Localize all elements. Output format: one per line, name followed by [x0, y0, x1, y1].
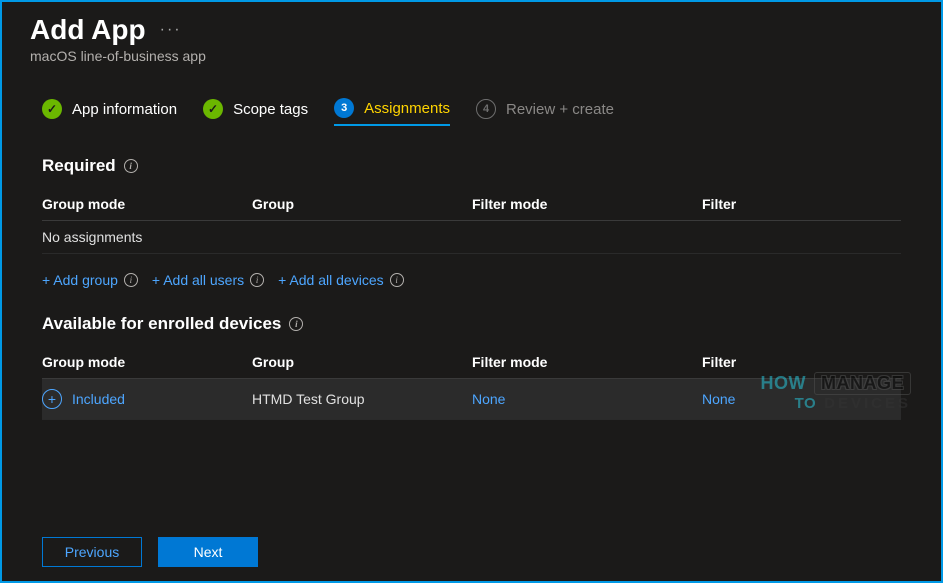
info-icon[interactable]	[124, 273, 138, 287]
next-button[interactable]: Next	[158, 537, 258, 567]
col-filter: Filter	[702, 196, 901, 212]
required-table: Group mode Group Filter mode Filter No a…	[42, 188, 901, 254]
empty-message: No assignments	[42, 229, 252, 245]
header: Add App ··· macOS line-of-business app	[2, 2, 941, 70]
wizard-steps: App information Scope tags 3 Assignments…	[2, 70, 941, 132]
more-menu-icon[interactable]: ···	[160, 21, 182, 39]
step-scope-tags[interactable]: Scope tags	[203, 99, 308, 125]
checkmark-icon	[42, 99, 62, 119]
col-group: Group	[252, 196, 472, 212]
col-group: Group	[252, 354, 472, 370]
step-label: Review + create	[506, 101, 614, 118]
info-icon[interactable]	[390, 273, 404, 287]
filter-mode-cell[interactable]: None	[472, 391, 702, 407]
col-filter: Filter	[702, 354, 901, 370]
step-label: Scope tags	[233, 101, 308, 118]
required-actions: + Add group + Add all users + Add all de…	[42, 272, 901, 288]
group-mode-cell[interactable]: Included	[42, 389, 252, 409]
step-label: App information	[72, 101, 177, 118]
info-icon[interactable]	[124, 159, 138, 173]
watermark: HOW MANAGE TO DEVICES	[761, 372, 912, 412]
checkmark-icon	[203, 99, 223, 119]
group-cell: HTMD Test Group	[252, 391, 472, 407]
required-section-title: Required	[42, 156, 901, 176]
wizard-footer: Previous Next	[42, 537, 258, 567]
add-all-devices-link[interactable]: + Add all devices	[278, 272, 403, 288]
info-icon[interactable]	[289, 317, 303, 331]
step-number-icon: 4	[476, 99, 496, 119]
col-filter-mode: Filter mode	[472, 354, 702, 370]
step-review-create[interactable]: 4 Review + create	[476, 99, 614, 125]
add-all-users-link[interactable]: + Add all users	[152, 272, 264, 288]
step-app-information[interactable]: App information	[42, 99, 177, 125]
step-number-icon: 3	[334, 98, 354, 118]
plus-circle-icon	[42, 389, 62, 409]
table-header: Group mode Group Filter mode Filter	[42, 188, 901, 221]
col-group-mode: Group mode	[42, 196, 252, 212]
step-assignments[interactable]: 3 Assignments	[334, 98, 450, 126]
page-subtitle: macOS line-of-business app	[30, 48, 913, 64]
page-title: Add App	[30, 14, 146, 46]
table-row-empty: No assignments	[42, 221, 901, 254]
add-group-link[interactable]: + Add group	[42, 272, 138, 288]
col-group-mode: Group mode	[42, 354, 252, 370]
step-label: Assignments	[364, 100, 450, 117]
info-icon[interactable]	[250, 273, 264, 287]
previous-button[interactable]: Previous	[42, 537, 142, 567]
available-section-title: Available for enrolled devices	[42, 314, 901, 334]
col-filter-mode: Filter mode	[472, 196, 702, 212]
